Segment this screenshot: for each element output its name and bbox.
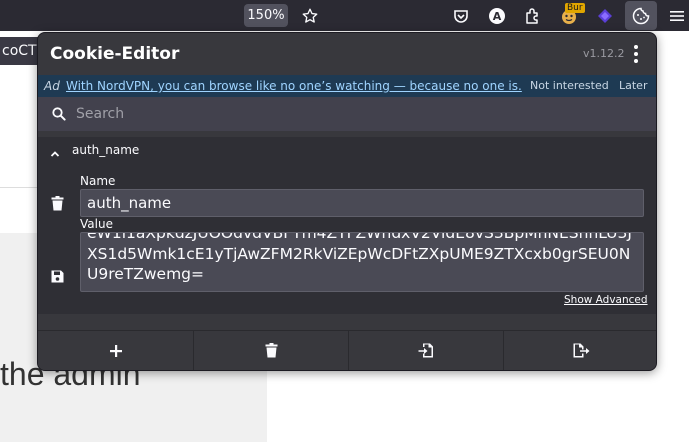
cookie-name: auth_name — [72, 143, 140, 157]
chevron-up-icon[interactable] — [50, 144, 60, 163]
add-cookie-button[interactable] — [38, 331, 193, 370]
ad-link[interactable]: With NordVPN, you can browse like no one… — [66, 75, 522, 97]
page-divider — [0, 187, 40, 188]
name-label: Name — [80, 174, 116, 188]
browser-toolbar: 150% A Bur — [0, 0, 689, 31]
name-input[interactable] — [80, 189, 644, 217]
ad-bar: Ad With NordVPN, you can browse like no … — [38, 75, 656, 97]
export-button[interactable] — [503, 331, 656, 370]
export-icon — [573, 343, 590, 362]
zoom-level-button[interactable]: 150% — [244, 4, 288, 27]
cookie-list-item[interactable]: auth_name — [38, 137, 656, 164]
delete-all-button[interactable] — [193, 331, 348, 370]
svg-text:A: A — [493, 10, 502, 23]
more-options-icon[interactable] — [628, 43, 644, 65]
cookie-editor-popup: Cookie-Editor v1.12.2 Ad With NordVPN, y… — [37, 32, 657, 371]
value-text: eW1i1aXpkdzJUOOdvdVBFYm4ZTFZWndxV2VidE8v… — [87, 232, 632, 283]
save-cookie-icon[interactable] — [51, 268, 64, 287]
menu-icon[interactable] — [665, 4, 689, 27]
search-bar — [38, 97, 656, 131]
search-icon — [52, 106, 66, 125]
delete-cookie-icon[interactable] — [51, 196, 64, 215]
extension-badge: Bur — [565, 3, 585, 13]
cookie-icon[interactable] — [625, 1, 657, 30]
app-title: Cookie-Editor — [50, 44, 180, 64]
account-icon[interactable]: A — [485, 4, 509, 27]
search-input[interactable] — [76, 101, 636, 127]
import-icon — [418, 343, 434, 362]
ad-later-button[interactable]: Later — [619, 75, 647, 97]
delete-all-icon — [265, 342, 278, 362]
add-icon — [109, 343, 123, 362]
page-tab-stub[interactable]: coCTF — [0, 37, 40, 65]
proton-icon[interactable] — [593, 4, 617, 27]
popup-header: Cookie-Editor v1.12.2 — [38, 33, 656, 75]
ad-label: Ad — [44, 79, 60, 93]
value-label: Value — [80, 217, 113, 231]
extensions-icon[interactable] — [521, 4, 545, 27]
import-button[interactable] — [348, 331, 503, 370]
cookie-editor-form: Name Value eW1i1aXpkdzJUOOdvdVBFYm4ZTFZW… — [38, 164, 656, 314]
value-textarea[interactable]: eW1i1aXpkdzJUOOdvdVBFYm4ZTFZWndxV2VidE8v… — [80, 232, 644, 292]
pocket-icon[interactable] — [449, 4, 473, 27]
show-advanced-link[interactable]: Show Advanced — [564, 294, 648, 306]
ad-not-interested-button[interactable]: Not interested — [530, 75, 609, 97]
popup-footer — [38, 330, 656, 370]
app-version: v1.12.2 — [583, 47, 625, 60]
star-icon[interactable] — [298, 4, 322, 27]
extension-icon[interactable]: Bur — [557, 3, 585, 27]
